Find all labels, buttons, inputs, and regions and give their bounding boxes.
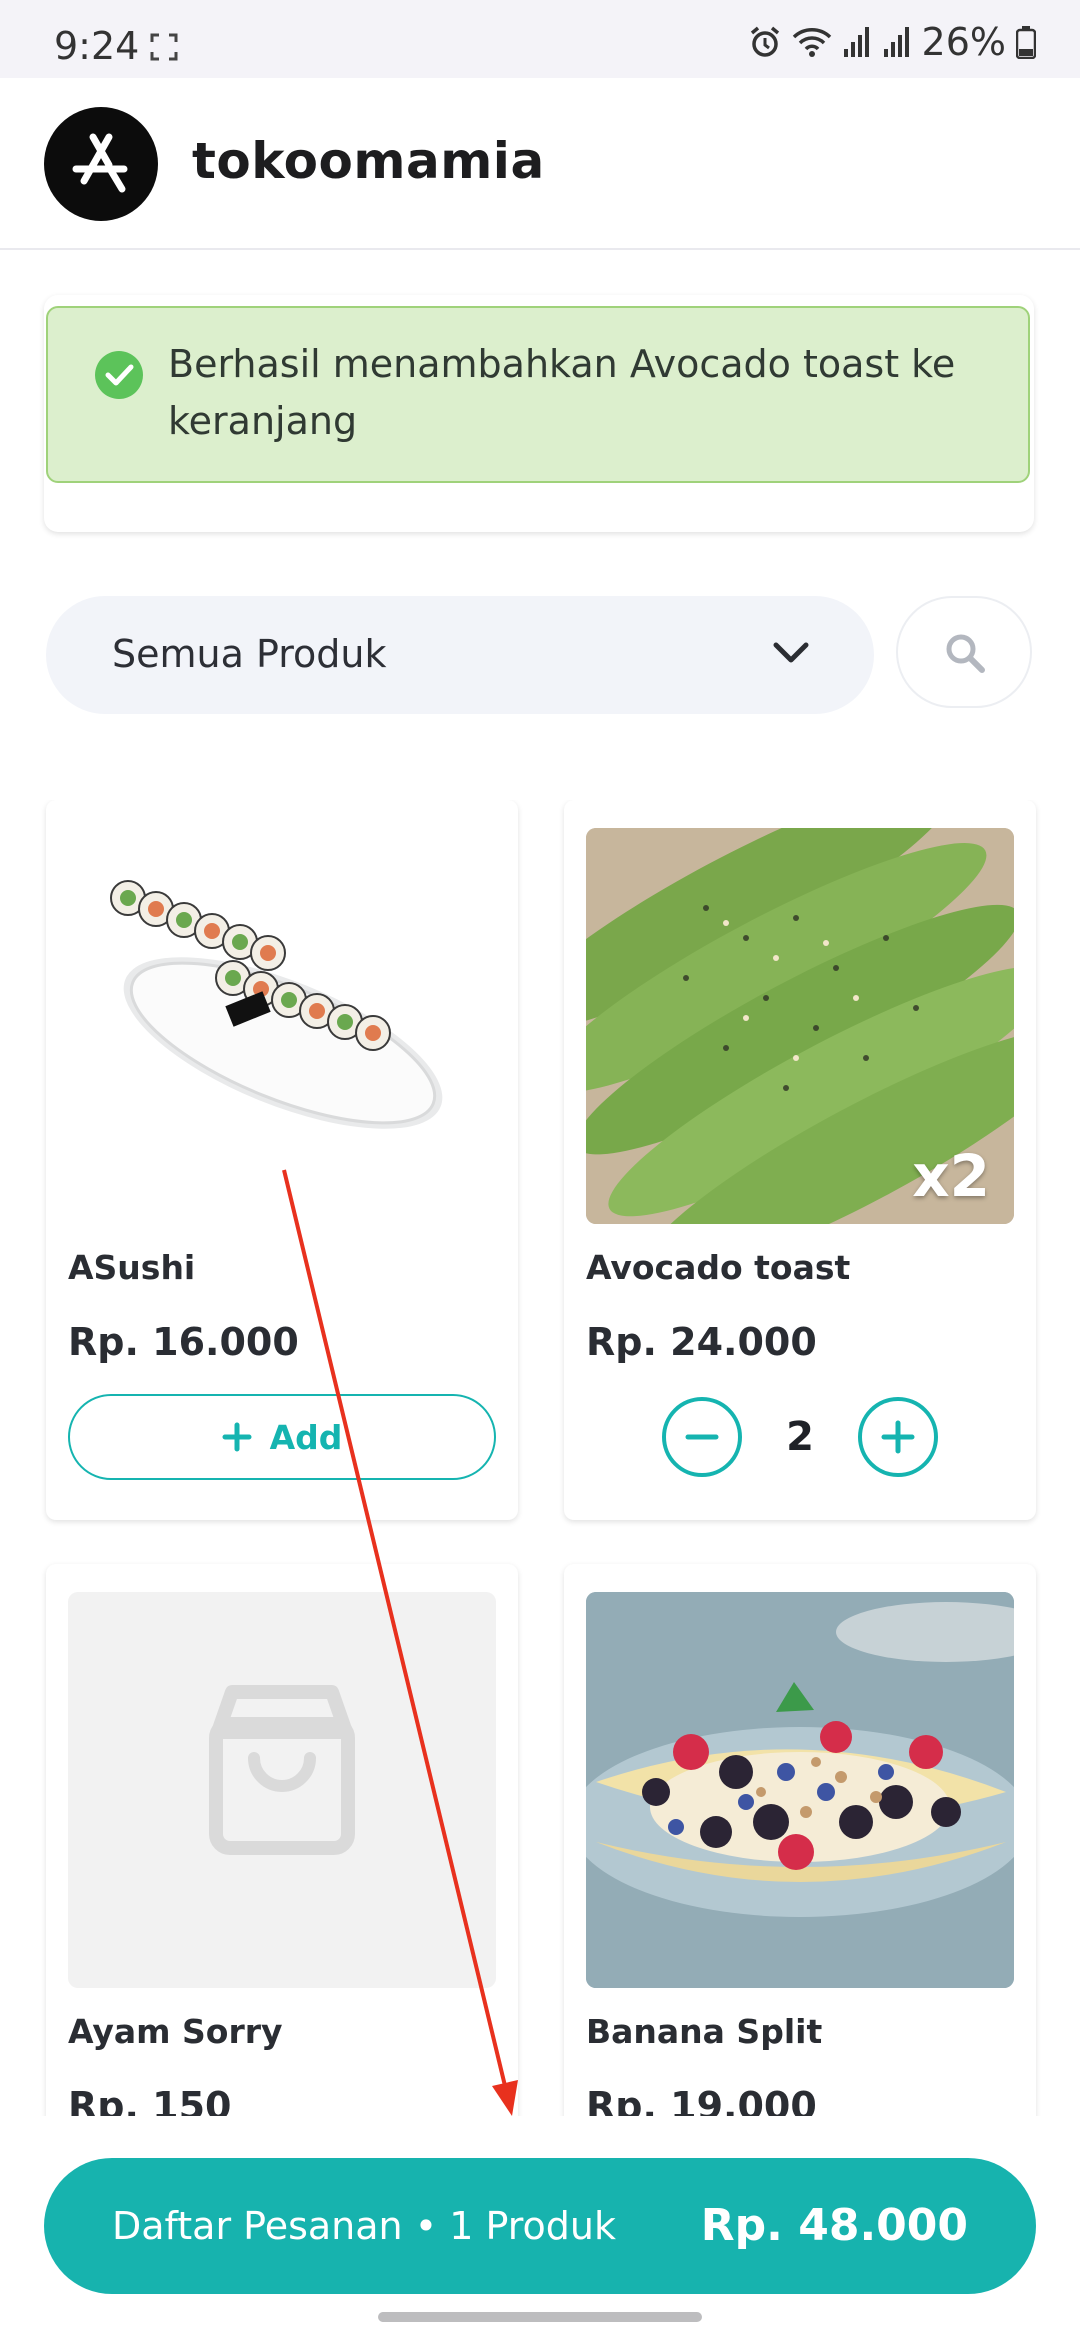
status-bar: 9:24 26% — [0, 0, 1080, 78]
signal-icon-2 — [883, 27, 909, 57]
order-list-button[interactable]: Daftar Pesanan • 1 Produk Rp. 48.000 — [44, 2158, 1036, 2294]
product-grid[interactable]: ASushi Rp. 16.000 Add x2 Avocado toast R… — [0, 800, 1080, 2116]
quantity-badge: x2 — [912, 1142, 990, 1210]
product-price: Rp. 19.000 — [586, 2084, 817, 2116]
add-to-cart-button[interactable]: Add — [68, 1394, 496, 1480]
product-image: x2 — [586, 828, 1014, 1224]
product-price: Rp. 150 — [68, 2084, 232, 2116]
product-image — [586, 1592, 1014, 1988]
product-name: Ayam Sorry — [68, 2012, 283, 2051]
category-selected: Semua Produk — [112, 632, 387, 676]
wifi-icon — [792, 28, 831, 57]
notification-card: Berhasil menambahkan Avocado toast ke ke… — [44, 295, 1034, 532]
product-name: Banana Split — [586, 2012, 823, 2051]
decrease-quantity-button[interactable] — [662, 1397, 742, 1477]
product-image-placeholder — [68, 1592, 496, 1988]
product-name: Avocado toast — [586, 1248, 851, 1287]
success-toast: Berhasil menambahkan Avocado toast ke ke… — [46, 306, 1030, 483]
status-time: 9:24 — [54, 24, 140, 68]
add-button-label: Add — [269, 1417, 343, 1457]
signal-icon-1 — [843, 27, 869, 57]
product-card[interactable]: Banana Split Rp. 19.000 — [564, 1564, 1036, 2116]
increase-quantity-button[interactable] — [858, 1397, 938, 1477]
store-logo[interactable] — [44, 107, 158, 221]
quantity-stepper: 2 — [564, 1394, 1036, 1480]
screenshot-icon — [150, 33, 178, 61]
minus-icon — [685, 1434, 719, 1440]
product-card[interactable]: ASushi Rp. 16.000 Add — [46, 800, 518, 1520]
product-card[interactable]: x2 Avocado toast Rp. 24.000 2 — [564, 800, 1036, 1520]
home-indicator[interactable] — [378, 2312, 702, 2322]
search-icon — [946, 634, 985, 673]
search-button[interactable] — [896, 596, 1032, 708]
battery-icon — [1016, 26, 1036, 59]
category-dropdown[interactable]: Semua Produk — [46, 596, 874, 714]
status-icons: 26% — [748, 20, 1036, 64]
store-name: tokoomamia — [192, 132, 545, 190]
toast-message: Berhasil menambahkan Avocado toast ke ke… — [168, 342, 956, 443]
product-name: ASushi — [68, 1248, 196, 1287]
battery-percentage: 26% — [921, 20, 1006, 64]
plus-icon — [222, 1422, 252, 1452]
product-price: Rp. 24.000 — [586, 1320, 817, 1364]
chevron-down-icon — [773, 642, 809, 663]
product-price: Rp. 16.000 — [68, 1320, 299, 1364]
plus-icon — [881, 1420, 915, 1454]
product-image — [68, 828, 496, 1224]
alarm-icon — [750, 26, 779, 57]
check-circle-icon — [95, 351, 143, 399]
app-header: tokoomamia — [0, 78, 1080, 250]
product-card[interactable]: Ayam Sorry Rp. 150 — [46, 1564, 518, 2116]
shopping-bag-icon — [209, 1685, 355, 1855]
store-logo-icon — [72, 133, 128, 193]
quantity-value: 2 — [786, 1414, 814, 1460]
order-summary-label: Daftar Pesanan • 1 Produk — [112, 2204, 616, 2248]
order-total: Rp. 48.000 — [700, 2200, 968, 2251]
